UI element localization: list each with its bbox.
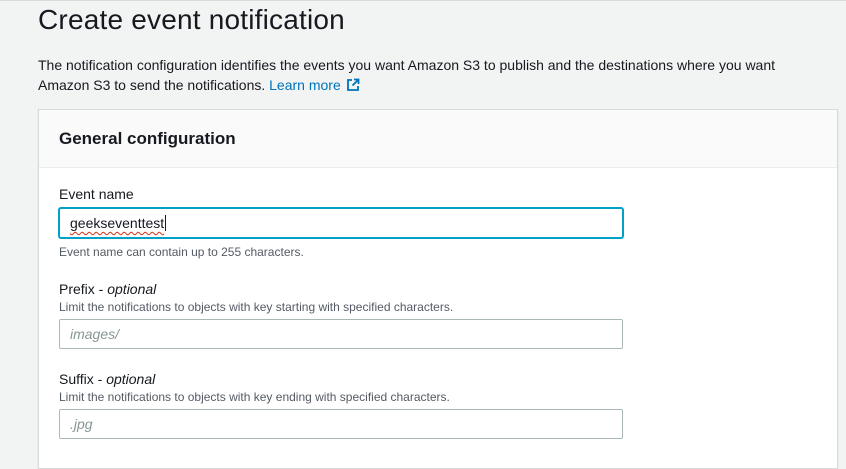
page-title: Create event notification bbox=[38, 4, 345, 35]
prefix-label-text: Prefix - bbox=[59, 281, 108, 297]
general-configuration-panel: General configuration Event name geeksev… bbox=[38, 109, 838, 469]
event-name-input[interactable]: geekseventtest bbox=[59, 208, 623, 238]
suffix-input[interactable] bbox=[59, 409, 623, 439]
text-caret bbox=[165, 215, 167, 231]
prefix-optional: optional bbox=[107, 281, 157, 297]
event-name-label: Event name bbox=[59, 186, 134, 202]
learn-more-label: Learn more bbox=[269, 77, 341, 93]
prefix-input[interactable] bbox=[59, 319, 623, 349]
event-name-hint: Event name can contain up to 255 charact… bbox=[59, 245, 304, 259]
suffix-label: Suffix - optional bbox=[59, 371, 155, 387]
prefix-label: Prefix - optional bbox=[59, 281, 156, 297]
page-description-text: The notification configuration identifie… bbox=[38, 57, 776, 93]
prefix-hint: Limit the notifications to objects with … bbox=[59, 300, 454, 314]
external-link-icon bbox=[346, 77, 360, 97]
suffix-optional: optional bbox=[106, 371, 156, 387]
learn-more-link[interactable]: Learn more bbox=[269, 77, 360, 93]
suffix-hint: Limit the notifications to objects with … bbox=[59, 390, 450, 404]
page-description: The notification configuration identifie… bbox=[38, 55, 828, 97]
suffix-label-text: Suffix - bbox=[59, 371, 107, 387]
panel-title: General configuration bbox=[59, 129, 236, 148]
top-divider bbox=[0, 0, 846, 1]
panel-header: General configuration bbox=[39, 110, 837, 168]
event-name-value: geekseventtest bbox=[70, 215, 165, 231]
